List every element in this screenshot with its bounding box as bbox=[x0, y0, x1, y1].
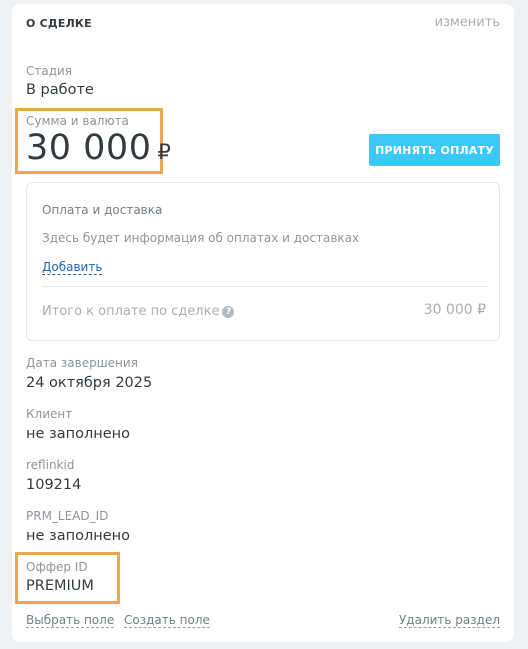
payment-total-value: 30 000 ₽ bbox=[423, 302, 486, 318]
section-title: О СДЕЛКЕ bbox=[26, 17, 92, 30]
prm-lead-id-value[interactable]: не заполнено bbox=[26, 528, 130, 544]
offer-id-value[interactable]: PREMIUM bbox=[26, 578, 94, 594]
payment-info-text: Здесь будет информация об оплатах и дост… bbox=[42, 231, 360, 245]
reflinkid-value[interactable]: 109214 bbox=[26, 477, 81, 493]
client-value[interactable]: не заполнено bbox=[26, 426, 130, 442]
deal-info-card: О СДЕЛКЕ изменить Стадия В работе Сумма … bbox=[12, 4, 514, 642]
offer-id-label: Оффер ID bbox=[26, 560, 88, 574]
close-date-label: Дата завершения bbox=[26, 356, 138, 370]
payment-total-label: Итого к оплате по сделке bbox=[42, 304, 220, 319]
payment-total-row: Итого к оплате по сделке? bbox=[42, 304, 235, 319]
add-payment-link[interactable]: Добавить bbox=[42, 260, 103, 275]
reflinkid-label: reflinkid bbox=[26, 458, 75, 472]
stage-value[interactable]: В работе bbox=[26, 82, 94, 98]
delete-section-link[interactable]: Удалить раздел bbox=[398, 613, 500, 628]
payment-delivery-box: Оплата и доставка Здесь будет информация… bbox=[26, 182, 500, 341]
close-date-value[interactable]: 24 октября 2025 bbox=[26, 375, 152, 391]
amount-currency: ₽ bbox=[157, 140, 172, 164]
stage-label: Стадия bbox=[26, 64, 73, 78]
choose-field-link[interactable]: Выбрать поле bbox=[26, 613, 115, 628]
amount-label: Сумма и валюта bbox=[26, 114, 129, 128]
amount-number: 30 000 bbox=[26, 128, 152, 168]
help-icon[interactable]: ? bbox=[222, 306, 235, 318]
prm-lead-id-label: PRM_LEAD_ID bbox=[26, 509, 109, 523]
payment-divider bbox=[42, 286, 487, 287]
amount-value[interactable]: 30 000 ₽ bbox=[26, 128, 171, 168]
client-label: Клиент bbox=[26, 407, 73, 421]
create-field-link[interactable]: Создать поле bbox=[124, 613, 210, 628]
payment-title: Оплата и доставка bbox=[42, 203, 163, 217]
edit-section-link[interactable]: изменить bbox=[435, 15, 500, 30]
accept-payment-button[interactable]: ПРИНЯТЬ ОПЛАТУ bbox=[369, 134, 500, 166]
